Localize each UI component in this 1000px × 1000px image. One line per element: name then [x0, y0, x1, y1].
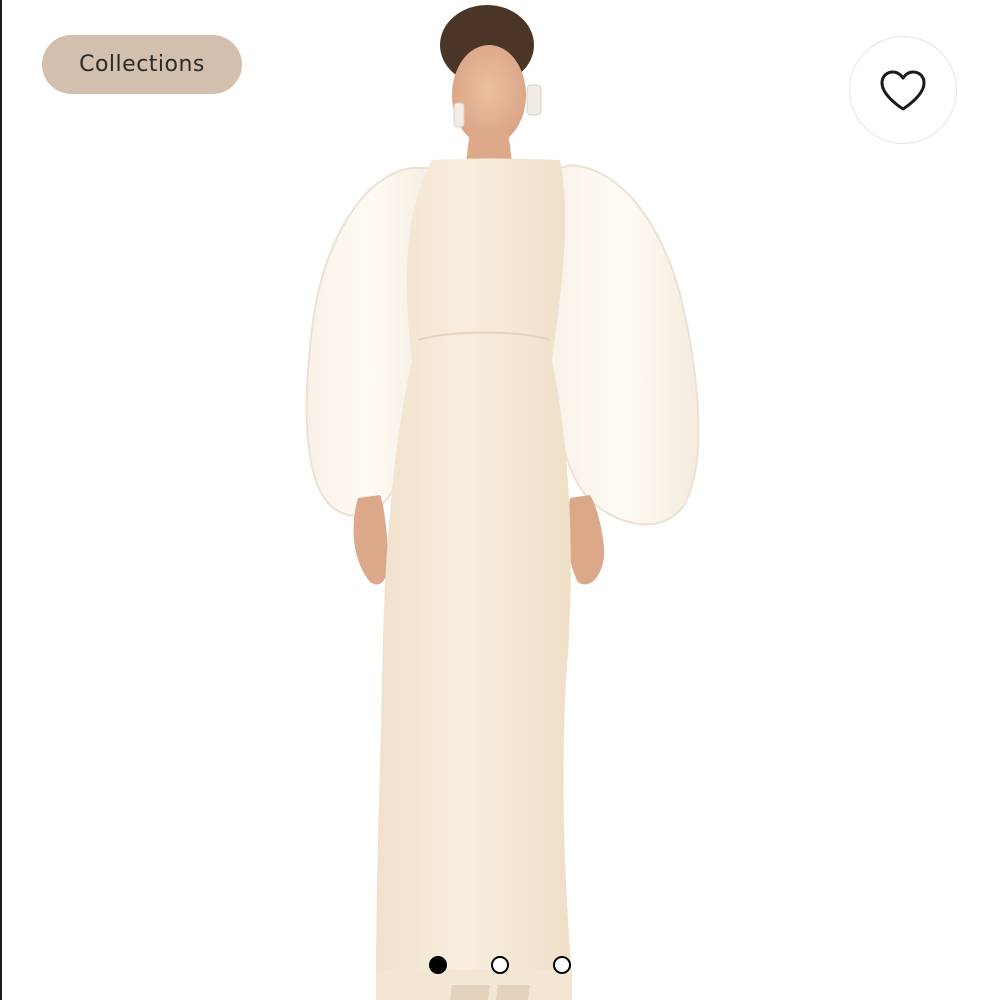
model-feet: [450, 985, 490, 1000]
pager-dot-2[interactable]: [491, 956, 509, 974]
right-sleeve: [545, 163, 700, 526]
window-left-edge: [0, 0, 2, 1000]
heart-outline-icon: [880, 70, 926, 111]
earring-left: [453, 102, 465, 128]
earring-right: [526, 84, 542, 116]
collections-button[interactable]: Collections: [42, 35, 242, 94]
left-hand: [353, 495, 390, 585]
image-pager: [0, 956, 1000, 978]
model-foot-right: [496, 985, 530, 1000]
pager-dot-3[interactable]: [553, 956, 571, 974]
product-photo-screen: Collections: [0, 0, 1000, 1000]
pager-dot-1[interactable]: [429, 956, 447, 974]
product-image[interactable]: [0, 0, 1000, 1000]
like-button[interactable]: [849, 36, 957, 144]
model-neck: [466, 130, 512, 162]
